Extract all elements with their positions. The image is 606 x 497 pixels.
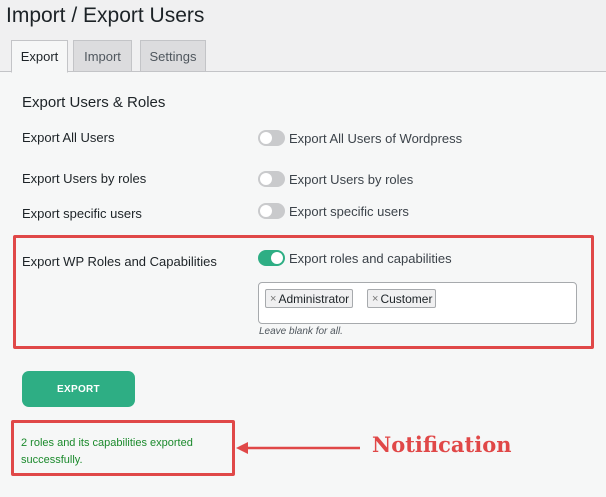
toggle-label: Export specific users <box>289 203 409 219</box>
tag-label: Customer <box>380 291 433 306</box>
export-users-by-roles-toggle[interactable]: Export Users by roles <box>258 171 413 187</box>
export-button[interactable]: EXPORT <box>22 371 135 407</box>
tag-administrator: × Administrator <box>265 289 354 308</box>
export-all-users-label: Export All Users <box>22 130 115 145</box>
export-panel: Export Users & Roles Export All Users Ex… <box>0 71 606 497</box>
remove-tag-icon[interactable]: × <box>372 293 378 305</box>
tag-customer: × Customer <box>367 289 437 308</box>
toggle-switch[interactable] <box>258 171 285 187</box>
export-wp-roles-label: Export WP Roles and Capabilities <box>22 254 217 269</box>
export-specific-users-label: Export specific users <box>22 206 142 221</box>
tab-settings[interactable]: Settings <box>140 40 206 72</box>
toggle-switch[interactable] <box>258 203 285 219</box>
toggle-switch[interactable] <box>258 130 285 146</box>
toggle-label: Export roles and capabilities <box>289 250 452 266</box>
page-title: Import / Export Users <box>6 4 205 27</box>
export-specific-users-toggle[interactable]: Export specific users <box>258 203 409 219</box>
tab-export[interactable]: Export <box>11 40 68 73</box>
roles-hint: Leave blank for all. <box>259 326 343 337</box>
notification-callout-label: Notification <box>372 432 512 457</box>
section-title: Export Users & Roles <box>22 94 166 111</box>
arrow-left-icon <box>236 442 360 454</box>
toggle-switch[interactable] <box>258 250 285 266</box>
export-users-by-roles-label: Export Users by roles <box>22 171 147 186</box>
notification-message: 2 roles and its capabilities exported su… <box>21 437 193 466</box>
tag-label: Administrator <box>278 291 350 306</box>
export-all-users-toggle[interactable]: Export All Users of Wordpress <box>258 130 462 146</box>
remove-tag-icon[interactable]: × <box>270 293 276 305</box>
tab-import[interactable]: Import <box>73 40 132 72</box>
toggle-label: Export Users by roles <box>289 171 414 187</box>
toggle-label: Export All Users of Wordpress <box>289 130 463 146</box>
export-roles-capabilities-toggle[interactable]: Export roles and capabilities <box>258 250 452 266</box>
roles-select-input[interactable]: × Administrator × Customer <box>258 282 577 324</box>
